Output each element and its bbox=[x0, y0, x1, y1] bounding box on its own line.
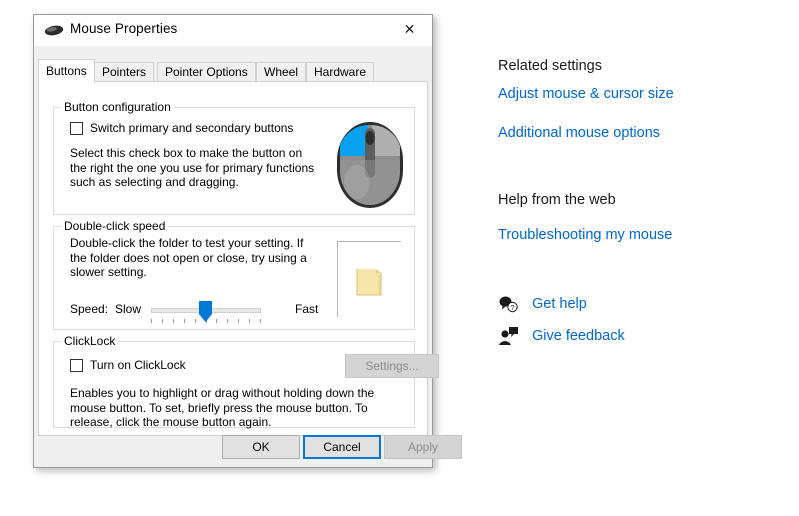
tab-hardware[interactable]: Hardware bbox=[306, 62, 375, 82]
button-configuration-group: Button configuration Switch primary and … bbox=[53, 100, 415, 215]
click-lock-legend: ClickLock bbox=[61, 334, 119, 348]
link-additional-mouse-options[interactable]: Additional mouse options bbox=[498, 125, 660, 141]
slider-tick bbox=[227, 319, 228, 323]
folder-icon[interactable] bbox=[354, 266, 388, 297]
dialog-button-bar: OK Cancel Apply bbox=[34, 435, 462, 467]
switch-buttons-checkbox-row[interactable]: Switch primary and secondary buttons bbox=[70, 121, 293, 135]
mouse-icon bbox=[44, 24, 64, 37]
cancel-button[interactable]: Cancel bbox=[303, 435, 381, 459]
close-button[interactable]: ✕ bbox=[387, 15, 432, 45]
slider-tick bbox=[184, 319, 185, 323]
person-feedback-icon bbox=[498, 326, 520, 346]
slider-tick bbox=[238, 319, 239, 323]
give-feedback-row[interactable]: Give feedback bbox=[498, 326, 625, 346]
link-adjust-mouse-cursor-size[interactable]: Adjust mouse & cursor size bbox=[498, 86, 674, 102]
slider-tick bbox=[260, 319, 261, 323]
double-click-speed-slider[interactable] bbox=[151, 299, 261, 325]
click-lock-description: Enables you to highlight or drag without… bbox=[70, 386, 375, 429]
tab-wheel[interactable]: Wheel bbox=[256, 62, 307, 82]
click-lock-settings-button[interactable]: Settings... bbox=[345, 354, 439, 378]
help-from-web-heading: Help from the web bbox=[498, 192, 616, 208]
give-feedback-label[interactable]: Give feedback bbox=[532, 328, 625, 344]
related-settings-heading: Related settings bbox=[498, 58, 602, 74]
link-troubleshooting-my-mouse[interactable]: Troubleshooting my mouse bbox=[498, 227, 672, 243]
apply-button[interactable]: Apply bbox=[384, 435, 462, 459]
speed-slow-label: Slow bbox=[115, 302, 142, 316]
tab-buttons[interactable]: Buttons bbox=[38, 59, 95, 83]
get-help-row[interactable]: ? Get help bbox=[498, 294, 587, 314]
speed-fast-label: Fast bbox=[295, 302, 319, 316]
title-bar: Mouse Properties ✕ bbox=[34, 15, 432, 47]
double-click-test-area[interactable] bbox=[337, 241, 401, 317]
button-configuration-legend: Button configuration bbox=[61, 100, 174, 114]
mouse-illustration bbox=[331, 116, 409, 212]
double-click-speed-legend: Double-click speed bbox=[61, 219, 169, 233]
ok-button[interactable]: OK bbox=[222, 435, 300, 459]
button-configuration-description: Select this check box to make the button… bbox=[70, 146, 315, 189]
close-icon: ✕ bbox=[403, 22, 416, 38]
slider-tick bbox=[216, 319, 217, 323]
svg-text:?: ? bbox=[510, 303, 514, 312]
click-lock-label: Turn on ClickLock bbox=[90, 358, 186, 372]
buttons-tab-panel: Button configuration Switch primary and … bbox=[38, 81, 439, 436]
mouse-properties-dialog: Mouse Properties ✕ Buttons Pointers Poin… bbox=[33, 14, 462, 468]
tab-pointer-options[interactable]: Pointer Options bbox=[157, 62, 256, 82]
slider-tick bbox=[195, 319, 196, 323]
slider-tick bbox=[162, 319, 163, 323]
tab-pointers[interactable]: Pointers bbox=[94, 62, 155, 82]
tab-strip: Buttons Pointers Pointer Options Wheel H… bbox=[38, 59, 428, 83]
window-title: Mouse Properties bbox=[70, 21, 178, 36]
switch-buttons-checkbox[interactable] bbox=[70, 122, 83, 135]
switch-buttons-label: Switch primary and secondary buttons bbox=[90, 121, 294, 135]
double-click-speed-description: Double-click the folder to test your set… bbox=[70, 236, 307, 279]
question-bubble-icon: ? bbox=[498, 294, 520, 314]
speed-label: Speed: bbox=[70, 302, 109, 316]
slider-tick bbox=[151, 319, 152, 323]
slider-tick bbox=[249, 319, 250, 323]
get-help-label[interactable]: Get help bbox=[532, 296, 587, 312]
click-lock-checkbox-row[interactable]: Turn on ClickLock bbox=[70, 358, 186, 372]
slider-tick bbox=[173, 319, 174, 323]
double-click-speed-group: Double-click speed Double-click the fold… bbox=[53, 219, 415, 330]
click-lock-checkbox[interactable] bbox=[70, 359, 83, 372]
click-lock-group: ClickLock Turn on ClickLock Settings... … bbox=[53, 334, 439, 429]
